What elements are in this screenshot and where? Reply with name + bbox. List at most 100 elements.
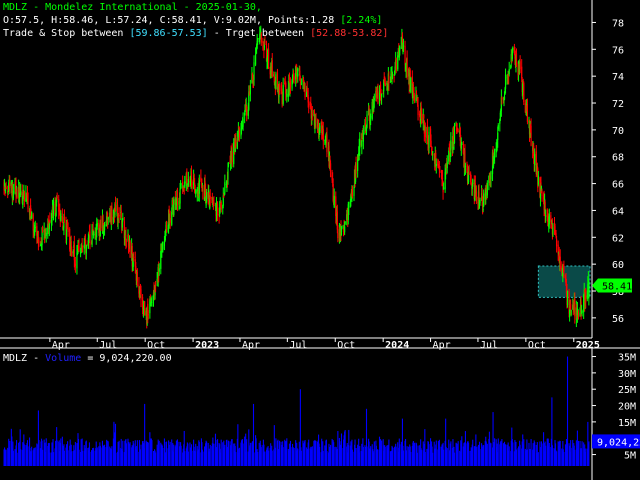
candle-body bbox=[395, 58, 397, 71]
candle-body bbox=[497, 125, 499, 130]
candle-body bbox=[348, 205, 350, 208]
candle-body bbox=[238, 129, 241, 138]
candle-body bbox=[38, 239, 40, 243]
volume-bar bbox=[537, 452, 539, 466]
candle-body bbox=[540, 187, 543, 189]
candle-body bbox=[342, 226, 344, 228]
volume-bar bbox=[585, 448, 587, 466]
volume-bar bbox=[249, 442, 251, 466]
candle-body bbox=[205, 203, 207, 206]
price-tick-label: 64 bbox=[612, 206, 624, 217]
candle-body bbox=[125, 241, 128, 243]
volume-bar bbox=[588, 441, 590, 466]
candle-body bbox=[56, 196, 58, 199]
volume-bar bbox=[187, 451, 189, 466]
candle-body bbox=[235, 140, 237, 147]
candle-body bbox=[579, 312, 581, 316]
candle-body bbox=[49, 219, 51, 223]
volume-bar bbox=[71, 451, 73, 466]
candle-body bbox=[133, 256, 135, 259]
target-label: - Trget between bbox=[213, 28, 305, 39]
volume-bar bbox=[366, 446, 368, 466]
volume-bar bbox=[34, 447, 36, 466]
candle-body bbox=[424, 126, 426, 137]
price-tick-label: 62 bbox=[612, 233, 624, 244]
volume-bar bbox=[198, 441, 200, 466]
candle-body bbox=[67, 227, 69, 232]
candle-body bbox=[191, 181, 193, 188]
volume-bar bbox=[38, 440, 40, 466]
ohlc-readout: O:57.5, H:58.46, L:57.24, C:58.41, V:9.0… bbox=[3, 15, 383, 26]
candle-body bbox=[141, 296, 144, 310]
time-tick-label: Jul bbox=[99, 340, 117, 351]
candle-body bbox=[497, 132, 499, 140]
volume-bar bbox=[155, 452, 157, 466]
volume-bar bbox=[16, 452, 18, 466]
candle-body bbox=[253, 62, 255, 80]
volume-bar bbox=[453, 452, 456, 466]
time-tick-label: Jul bbox=[289, 340, 307, 351]
volume-bar bbox=[260, 447, 262, 466]
candle-body bbox=[483, 193, 485, 207]
volume-bar bbox=[93, 447, 95, 466]
candle-body bbox=[23, 191, 25, 202]
candle-body bbox=[179, 188, 181, 204]
candle-body bbox=[581, 310, 583, 313]
candle-body bbox=[464, 166, 467, 168]
candle-body bbox=[231, 151, 233, 163]
candle-body bbox=[333, 195, 335, 208]
candle-body bbox=[36, 226, 38, 236]
candle-body bbox=[45, 232, 47, 237]
candle-body bbox=[41, 226, 44, 232]
volume-bar bbox=[118, 440, 120, 466]
volume-bar bbox=[424, 452, 426, 466]
candle-body bbox=[421, 113, 423, 124]
volume-bar bbox=[406, 446, 408, 466]
volume-bar bbox=[399, 444, 401, 466]
volume-bar bbox=[286, 438, 288, 466]
candle-body bbox=[140, 289, 142, 300]
candle-body bbox=[32, 214, 34, 231]
candle-body bbox=[501, 97, 503, 101]
candle-body bbox=[190, 170, 193, 180]
price-tick-label: 56 bbox=[612, 314, 624, 325]
time-tick-label: Oct bbox=[337, 340, 355, 351]
candle-body bbox=[461, 142, 463, 145]
candle-body bbox=[9, 180, 11, 189]
candle-body bbox=[61, 215, 63, 223]
candle-body bbox=[448, 150, 450, 162]
candle-body bbox=[209, 196, 211, 199]
volume-bar bbox=[421, 450, 423, 466]
time-tick-label: 2024 bbox=[385, 340, 409, 351]
candle-body bbox=[16, 189, 18, 199]
candle-body bbox=[31, 211, 33, 219]
target-range: [52.88-53.82] bbox=[310, 28, 389, 39]
candle-body bbox=[475, 187, 477, 202]
candle-body bbox=[468, 172, 470, 175]
candle-body bbox=[135, 266, 137, 273]
candle-body bbox=[522, 82, 524, 95]
candle-body bbox=[442, 187, 445, 190]
time-axis: Apr Jul Oct 2023 Apr Jul Oct 2024 Apr Jul Oct 2025 bbox=[49, 338, 600, 351]
candle-body bbox=[446, 161, 448, 169]
candle-body bbox=[246, 106, 248, 116]
volume-bar bbox=[322, 450, 324, 466]
candle-body bbox=[344, 221, 346, 224]
time-tick-label: Oct bbox=[528, 340, 546, 351]
candle-body bbox=[27, 192, 29, 209]
candle-body bbox=[12, 190, 15, 199]
candle-body bbox=[452, 126, 455, 142]
volume-bar bbox=[111, 446, 113, 466]
volume-bar bbox=[483, 445, 485, 466]
candle-body bbox=[20, 190, 22, 196]
candle-body bbox=[479, 200, 481, 203]
volume-bar bbox=[52, 452, 55, 466]
candle-body bbox=[388, 76, 390, 84]
candle-body bbox=[340, 226, 343, 233]
volume-bar bbox=[417, 445, 419, 466]
volume-bar bbox=[268, 450, 270, 466]
volume-bar bbox=[125, 443, 127, 466]
candle-body bbox=[482, 209, 484, 211]
volume-bar bbox=[278, 440, 281, 466]
volume-bar bbox=[581, 441, 583, 466]
